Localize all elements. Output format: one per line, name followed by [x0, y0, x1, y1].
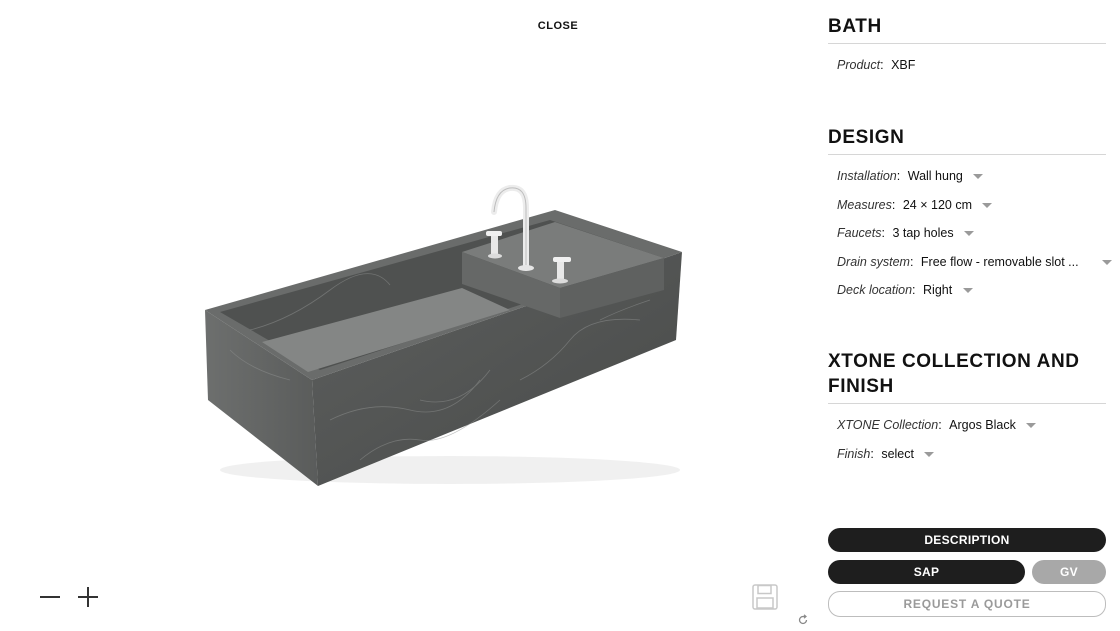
finish-value[interactable]: select	[881, 447, 914, 461]
request-quote-button[interactable]: REQUEST A QUOTE	[828, 591, 1106, 617]
bath-title: BATH	[828, 14, 1106, 44]
caret-down-icon[interactable]	[973, 174, 984, 180]
deck-location-label: Deck location	[837, 283, 913, 297]
product-row: Product: XBF	[837, 58, 916, 72]
finish-label: Finish	[837, 446, 871, 461]
refresh-icon[interactable]	[797, 614, 809, 626]
measures-value[interactable]: 24 × 120 cm	[903, 198, 972, 212]
drain-system-select[interactable]: Drain system: Free flow - removable slot…	[828, 248, 1112, 277]
design-section: DESIGN Installation: Wall hung Measures:…	[828, 125, 1112, 305]
xtone-section: XTONE COLLECTION AND FINISH XTONE Collec…	[828, 349, 1106, 468]
measures-select[interactable]: Measures: 24 × 120 cm	[828, 191, 1106, 220]
design-title: DESIGN	[828, 125, 1106, 155]
measures-label: Measures	[837, 197, 892, 212]
gv-button[interactable]: GV	[1032, 560, 1106, 584]
xtone-collection-select[interactable]: XTONE Collection: Argos Black	[828, 411, 1106, 440]
installation-label: Installation	[837, 169, 897, 183]
deck-location-value[interactable]: Right	[923, 283, 952, 297]
caret-down-icon[interactable]	[924, 451, 935, 457]
caret-down-icon[interactable]	[962, 288, 973, 294]
xtone-collection-value[interactable]: Argos Black	[949, 418, 1016, 432]
product-value: XBF	[891, 58, 916, 72]
deck-location-select[interactable]: Deck location: Right	[828, 276, 1106, 305]
installation-select[interactable]: Installation: Wall hung	[828, 162, 1106, 191]
sap-button[interactable]: SAP	[828, 560, 1025, 584]
caret-down-icon[interactable]	[982, 202, 993, 208]
description-button[interactable]: DESCRIPTION	[828, 528, 1106, 552]
caret-down-icon[interactable]	[964, 231, 975, 237]
zoom-out-icon[interactable]	[40, 596, 60, 598]
save-icon[interactable]	[752, 584, 778, 610]
xtone-title-line1: XTONE COLLECTION AND	[828, 351, 1080, 372]
installation-value[interactable]: Wall hung	[908, 169, 963, 183]
xtone-collection-label: XTONE Collection	[837, 418, 939, 432]
caret-down-icon[interactable]	[1102, 259, 1112, 265]
faucets-label: Faucets	[837, 226, 882, 240]
product-label: Product	[837, 58, 881, 72]
product-viewer[interactable]: CLOSE	[0, 0, 810, 631]
bath-section: BATH Product: XBF	[828, 14, 1106, 80]
xtone-title: XTONE COLLECTION AND FINISH	[828, 349, 1106, 404]
drain-system-label: Drain system	[837, 254, 910, 269]
faucets-value[interactable]: 3 tap holes	[892, 226, 953, 240]
caret-down-icon[interactable]	[1026, 423, 1037, 429]
washbasin-3d-render[interactable]	[190, 170, 700, 490]
faucets-select[interactable]: Faucets: 3 tap holes	[828, 219, 1106, 248]
close-button[interactable]: CLOSE	[528, 20, 588, 32]
xtone-title-line2: FINISH	[828, 376, 894, 397]
zoom-in-icon[interactable]	[78, 587, 98, 607]
finish-select[interactable]: Finish: select	[828, 440, 1106, 469]
drain-system-value[interactable]: Free flow - removable slot ...	[921, 255, 1079, 269]
